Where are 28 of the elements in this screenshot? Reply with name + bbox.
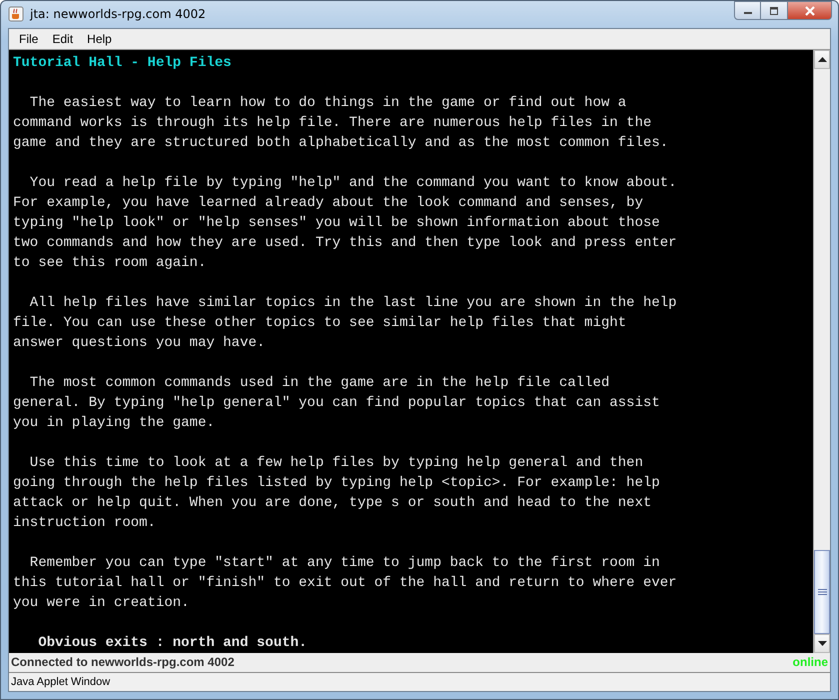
- coffee-cup-icon: [8, 6, 24, 22]
- room-description: All help files have similar topics in the last line you are shown in the help file. You can use these other topics to see similar help files that might answer questions you may have.: [13, 294, 678, 353]
- maximize-icon: [769, 6, 779, 14]
- scroll-down-button[interactable]: [814, 634, 830, 653]
- exits-line: Obvious exits : north and south.: [37, 634, 308, 653]
- close-button[interactable]: [788, 1, 832, 20]
- up-arrow-icon: [818, 57, 826, 62]
- room-description: The most common commands used in the game are in the help file called general. By typing "help general" you can find popular topics that can assist you in playing the game.: [13, 374, 661, 433]
- room-description: Remember you can type "start" at any time to jump back to the first room in this tutorial hall or "finish" to exit out of the hall and return to where ever you were in creation.: [13, 554, 678, 613]
- room-description: You read a help file by typing "help" and the command you want to know about. For example, you have learned already about the look command and senses, by typing "help look" or "help senses" you will be shown information about those two commands and how they are used. Try this and then type look and press enter to see this room again.: [13, 174, 678, 273]
- window-title: jta: newworlds-rpg.com 4002: [30, 7, 206, 21]
- connection-status: Connected to newworlds-rpg.com 4002: [11, 654, 234, 668]
- minimize-button[interactable]: [734, 1, 761, 20]
- menu-item[interactable]: Edit: [45, 32, 80, 46]
- menu-item[interactable]: File: [12, 32, 46, 46]
- menu-item[interactable]: Help: [80, 32, 119, 46]
- room-description: Use this time to look at a few help files by typing help general and then going through the help files listed by typing help <topic>. For example: help attack or help quit. When you are done, type s or south and head to the next instruction room.: [13, 454, 661, 533]
- maximize-button[interactable]: [761, 1, 788, 20]
- scroll-thumb[interactable]: [814, 550, 830, 634]
- applet-warning-text: Java Applet Window: [11, 676, 110, 688]
- online-indicator: online: [792, 654, 828, 668]
- scroll-up-button[interactable]: [814, 50, 830, 69]
- close-icon: [804, 6, 816, 16]
- down-arrow-icon: [818, 641, 826, 646]
- room-title: Tutorial Hall - Help Files: [13, 54, 232, 73]
- scrollbar[interactable]: [813, 50, 830, 653]
- grip-icon: [818, 589, 826, 595]
- room-description: The easiest way to learn how to do things in the game or find out how a command works is through its help file. There are numerous help files in the game and they are structured both alphabetically and as the most common files.: [13, 94, 670, 153]
